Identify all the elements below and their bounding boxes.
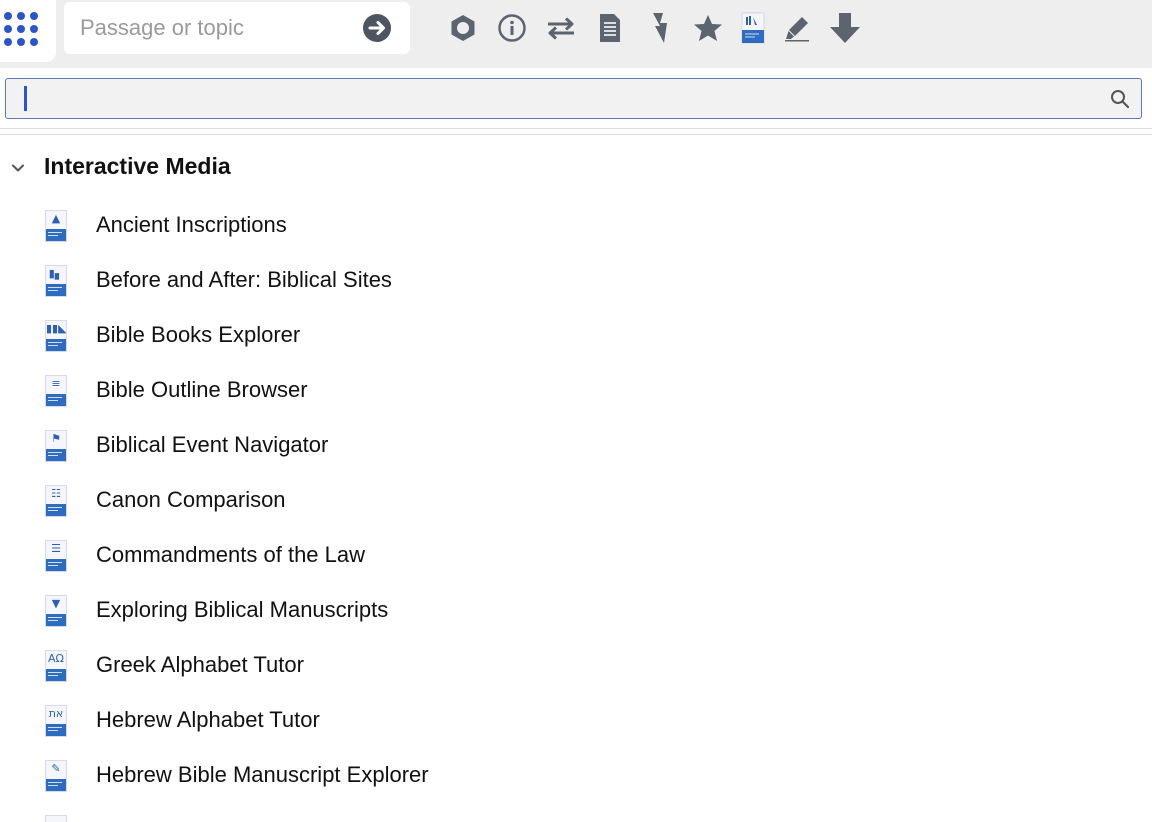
- hebrew-thumb-icon: את: [45, 705, 67, 737]
- list-item-label: Canon Comparison: [96, 487, 286, 512]
- divider: [0, 128, 1152, 129]
- divider: [0, 134, 1152, 135]
- partial-thumb-icon: [45, 815, 67, 822]
- list-item-label: Ancient Inscriptions: [96, 212, 287, 237]
- list-item-commandments-of-the-law[interactable]: ☰ Commandments of the Law: [0, 528, 1152, 583]
- passage-input[interactable]: [64, 2, 354, 54]
- hexagon-button[interactable]: [446, 10, 480, 46]
- swap-button[interactable]: [544, 10, 578, 46]
- star-button[interactable]: [691, 10, 725, 46]
- info-button[interactable]: [495, 10, 529, 46]
- list-item-label: Greek Alphabet Tutor: [96, 652, 304, 677]
- inscription-thumb-icon: ▲: [45, 210, 67, 242]
- apps-tab: [0, 0, 56, 62]
- manuscript-thumb-icon: ▼: [45, 595, 67, 627]
- list-item-hebrew-bible-manuscript-explorer[interactable]: ✎ Hebrew Bible Manuscript Explorer: [0, 748, 1152, 803]
- list-item-bible-outline-browser[interactable]: ≡ Bible Outline Browser: [0, 363, 1152, 418]
- document-button[interactable]: [593, 10, 627, 46]
- scroll-thumb-icon: ☰: [45, 540, 67, 572]
- list-item-label: Exploring Biblical Manuscripts: [96, 597, 389, 622]
- filter-search-input[interactable]: [6, 79, 1096, 118]
- books-thumb-icon: ▮▮◣: [45, 320, 67, 352]
- lightning-button[interactable]: [642, 10, 676, 46]
- download-button[interactable]: [828, 10, 862, 46]
- lightning-icon: [653, 13, 667, 43]
- highlighter-icon: [785, 17, 809, 42]
- sites-thumb-icon: ▮▖: [45, 265, 67, 297]
- flag-thumb-icon: ⚑: [45, 430, 67, 462]
- list-item-label: Hebrew Bible Manuscript Explorer: [96, 762, 429, 787]
- list-item-label: Hebrew Alphabet Tutor: [96, 707, 320, 732]
- text-caret: [24, 86, 27, 111]
- arrow-down-icon: [830, 13, 860, 43]
- star-icon: [694, 15, 722, 41]
- info-icon: [498, 14, 526, 42]
- section-header-interactive-media[interactable]: Interactive Media: [0, 148, 400, 188]
- list-item-greek-alphabet-tutor[interactable]: ΑΩ Greek Alphabet Tutor: [0, 638, 1152, 693]
- list-item-exploring-biblical-manuscripts[interactable]: ▼ Exploring Biblical Manuscripts: [0, 583, 1152, 638]
- quill-thumb-icon: ✎: [45, 760, 67, 792]
- media-list: ▲ Ancient Inscriptions ▮▖ Before and Aft…: [0, 198, 1152, 822]
- arrow-right-circle-icon[interactable]: [362, 13, 392, 43]
- section-title: Interactive Media: [44, 153, 231, 179]
- greek-thumb-icon: ΑΩ: [45, 650, 67, 682]
- list-item-label: Biblical Event Navigator: [96, 432, 329, 457]
- list-item-bible-books-explorer[interactable]: ▮▮◣ Bible Books Explorer: [0, 308, 1152, 363]
- list-item-ancient-inscriptions[interactable]: ▲ Ancient Inscriptions: [0, 198, 1152, 253]
- list-item-before-and-after[interactable]: ▮▖ Before and After: Biblical Sites: [0, 253, 1152, 308]
- swap-arrows-icon: [548, 17, 574, 40]
- outline-thumb-icon: ≡: [45, 375, 67, 407]
- list-item-canon-comparison[interactable]: ☷ Canon Comparison: [0, 473, 1152, 528]
- list-item-label: Commandments of the Law: [96, 542, 366, 567]
- canon-thumb-icon: ☷: [45, 485, 67, 517]
- hexagon-icon: [451, 15, 475, 41]
- passage-box: [64, 2, 410, 54]
- bible-books-button[interactable]: [736, 10, 770, 46]
- list-item-partial[interactable]: [0, 803, 1152, 822]
- filter-search-box: [5, 78, 1142, 119]
- list-item-label: Bible Books Explorer: [96, 322, 301, 347]
- apps-grid-icon[interactable]: [4, 12, 40, 46]
- list-item-label: Before and After: Biblical Sites: [96, 267, 392, 292]
- list-item-label: Bible Outline Browser: [96, 377, 308, 402]
- document-list-icon: [600, 14, 620, 42]
- top-toolbar: [0, 0, 1152, 68]
- bible-books-icon: [741, 12, 765, 44]
- list-item-hebrew-alphabet-tutor[interactable]: את Hebrew Alphabet Tutor: [0, 693, 1152, 748]
- chevron-down-icon[interactable]: [10, 160, 26, 176]
- search-icon[interactable]: [1110, 89, 1130, 109]
- list-item-biblical-event-navigator[interactable]: ⚑ Biblical Event Navigator: [0, 418, 1152, 473]
- highlighter-button[interactable]: [780, 10, 814, 46]
